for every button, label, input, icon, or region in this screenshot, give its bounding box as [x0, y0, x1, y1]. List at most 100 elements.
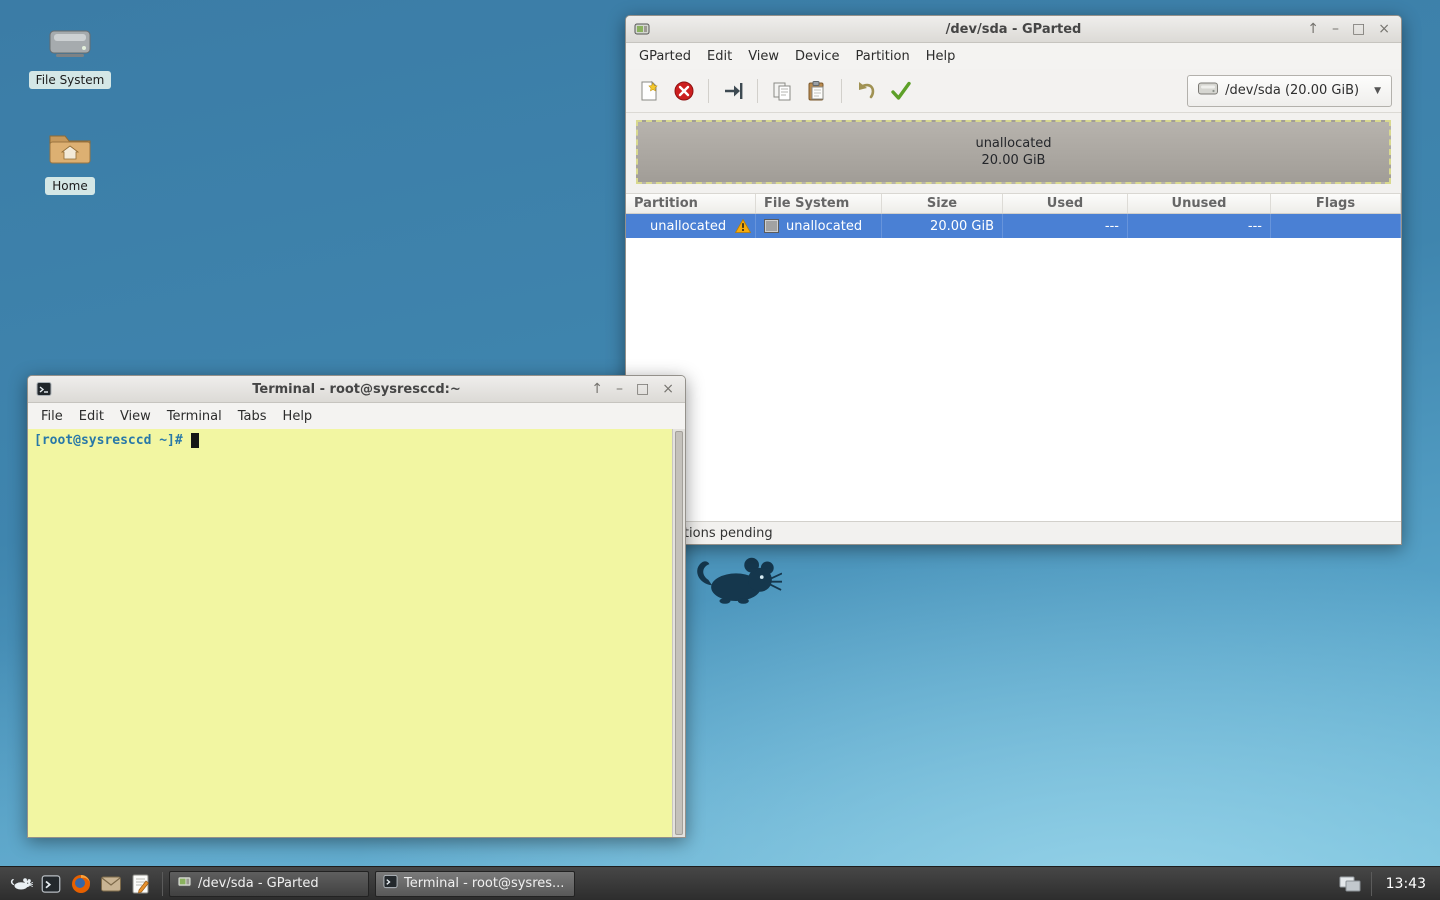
gparted-menubar: GParted Edit View Device Partition Help: [626, 43, 1401, 69]
resize-move-button[interactable]: [719, 76, 747, 106]
filesystem-color-swatch: [764, 219, 779, 233]
terminal-launcher[interactable]: [36, 870, 66, 898]
gparted-titlebar[interactable]: /dev/sda - GParted ↑ – □ ×: [626, 16, 1401, 43]
col-header-flags[interactable]: Flags: [1271, 194, 1401, 213]
workspace-pager-icon[interactable]: [1335, 870, 1365, 898]
close-button[interactable]: ×: [662, 382, 674, 396]
new-partition-icon: [638, 80, 660, 102]
col-header-size[interactable]: Size: [882, 194, 1003, 213]
shade-button[interactable]: ↑: [1307, 22, 1319, 36]
gparted-toolbar: /dev/sda (20.00 GiB) ▼: [626, 69, 1401, 113]
desktop-icon-file-system[interactable]: File System: [26, 24, 114, 89]
menu-terminal[interactable]: Terminal: [159, 405, 230, 428]
paste-icon: [806, 80, 828, 102]
mail-launcher[interactable]: [96, 870, 126, 898]
undo-button[interactable]: [852, 76, 880, 106]
gparted-app-icon: [634, 21, 650, 37]
firefox-launcher[interactable]: [66, 870, 96, 898]
partition-row-unallocated[interactable]: unallocated unallocated 20.00 GiB --- --…: [626, 214, 1401, 238]
minimize-button[interactable]: –: [616, 382, 623, 396]
partition-table-body: [626, 238, 1401, 522]
menu-gparted[interactable]: GParted: [631, 45, 699, 68]
resize-move-icon: [722, 80, 744, 102]
mail-icon: [101, 876, 121, 892]
shade-button[interactable]: ↑: [591, 382, 603, 396]
maximize-button[interactable]: □: [1352, 22, 1365, 36]
terminal-cursor: [191, 433, 199, 448]
menu-help[interactable]: Help: [275, 405, 321, 428]
device-selector[interactable]: /dev/sda (20.00 GiB) ▼: [1187, 75, 1392, 107]
scrollbar-thumb[interactable]: [675, 431, 683, 835]
partition-box-label: unallocated: [975, 135, 1051, 152]
xfce-mouse-watermark: [690, 548, 782, 612]
taskbar-separator: [162, 872, 163, 896]
terminal-icon: [383, 874, 398, 893]
chevron-down-icon: ▼: [1374, 86, 1381, 96]
taskbar-window-terminal[interactable]: Terminal - root@sysres...: [375, 871, 575, 897]
size-cell: 20.00 GiB: [882, 214, 1003, 238]
taskbar: /dev/sda - GParted Terminal - root@sysre…: [0, 866, 1440, 900]
paste-button[interactable]: [803, 76, 831, 106]
editor-launcher[interactable]: [126, 870, 156, 898]
desktop-icon-label: File System: [29, 71, 112, 89]
terminal-icon: [41, 874, 61, 894]
menu-edit[interactable]: Edit: [71, 405, 112, 428]
taskbar-window-label: Terminal - root@sysres...: [404, 876, 564, 891]
delete-partition-button[interactable]: [670, 76, 698, 106]
desktop-icon-label: Home: [45, 177, 94, 195]
menu-device[interactable]: Device: [787, 45, 847, 68]
gparted-window-title: /dev/sda - GParted: [626, 22, 1401, 37]
flags-cell: [1271, 214, 1401, 238]
menu-view[interactable]: View: [112, 405, 159, 428]
desktop-icon-home[interactable]: Home: [26, 128, 114, 195]
warning-icon: [735, 219, 751, 233]
apply-button[interactable]: [887, 76, 915, 106]
filesystem-cell: unallocated: [786, 219, 862, 234]
new-partition-button[interactable]: [635, 76, 663, 106]
col-header-unused[interactable]: Unused: [1128, 194, 1271, 213]
menu-help[interactable]: Help: [918, 45, 964, 68]
menu-view[interactable]: View: [740, 45, 787, 68]
xfce-mouse-icon: [9, 875, 33, 892]
col-header-used[interactable]: Used: [1003, 194, 1128, 213]
menu-partition[interactable]: Partition: [848, 45, 918, 68]
taskbar-window-gparted[interactable]: /dev/sda - GParted: [169, 871, 369, 897]
delete-icon: [673, 80, 695, 102]
toolbar-separator: [757, 79, 758, 103]
partition-box-size: 20.00 GiB: [982, 152, 1046, 169]
device-selector-label: /dev/sda (20.00 GiB): [1225, 83, 1359, 98]
close-button[interactable]: ×: [1378, 22, 1390, 36]
text-editor-icon: [132, 874, 150, 894]
menu-tabs[interactable]: Tabs: [230, 405, 275, 428]
terminal-scrollbar[interactable]: [672, 429, 685, 837]
toolbar-separator: [841, 79, 842, 103]
terminal-window: Terminal - root@sysresccd:~ ↑ – □ × File…: [27, 375, 686, 838]
partition-unallocated-box[interactable]: unallocated 20.00 GiB: [636, 120, 1391, 184]
partition-cell: unallocated: [650, 219, 726, 234]
used-cell: ---: [1003, 214, 1128, 238]
taskbar-window-label: /dev/sda - GParted: [198, 876, 319, 891]
taskbar-separator: [1371, 872, 1372, 896]
col-header-file-system[interactable]: File System: [756, 194, 882, 213]
clock[interactable]: 13:43: [1378, 876, 1434, 892]
copy-button[interactable]: [768, 76, 796, 106]
maximize-button[interactable]: □: [636, 382, 649, 396]
menu-file[interactable]: File: [33, 405, 71, 428]
menu-edit[interactable]: Edit: [699, 45, 740, 68]
minimize-button[interactable]: –: [1332, 22, 1339, 36]
applications-menu-button[interactable]: [6, 870, 36, 898]
apply-check-icon: [890, 80, 912, 102]
gparted-statusbar: 0 operations pending: [626, 522, 1401, 544]
terminal-app-icon: [36, 381, 52, 397]
firefox-icon: [71, 874, 91, 894]
terminal-titlebar[interactable]: Terminal - root@sysresccd:~ ↑ – □ ×: [28, 376, 685, 403]
terminal-screen[interactable]: [root@sysresccd ~]#: [28, 429, 685, 837]
partition-table-header: Partition File System Size Used Unused F…: [626, 193, 1401, 214]
shell-prompt: [root@sysresccd ~]#: [34, 433, 183, 448]
desktop: File System Home /dev/sda - GParted ↑: [0, 0, 1440, 900]
gparted-window: /dev/sda - GParted ↑ – □ × GParted Edit …: [625, 15, 1402, 545]
terminal-window-title: Terminal - root@sysresccd:~: [28, 382, 685, 397]
terminal-menubar: File Edit View Terminal Tabs Help: [28, 403, 685, 429]
home-folder-icon: [47, 128, 93, 170]
col-header-partition[interactable]: Partition: [626, 194, 756, 213]
